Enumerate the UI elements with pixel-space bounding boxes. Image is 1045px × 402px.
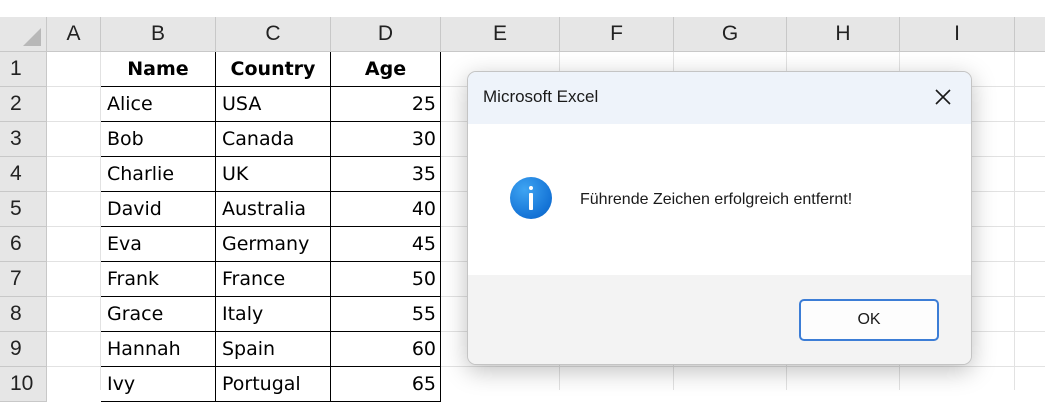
table-cell[interactable]: France (216, 262, 331, 297)
row-header-5[interactable]: 5 (0, 192, 47, 227)
dialog-footer: OK (468, 275, 971, 364)
column-header-f[interactable]: F (560, 17, 674, 52)
info-icon (510, 177, 552, 219)
column-header-h[interactable]: H (787, 17, 900, 52)
column-header-j[interactable] (1015, 17, 1045, 52)
column-header-a[interactable]: A (47, 17, 101, 52)
table-cell[interactable]: Spain (216, 332, 331, 367)
column-header-b[interactable]: B (101, 17, 216, 52)
table-cell[interactable]: Australia (216, 192, 331, 227)
message-box-dialog: Microsoft Excel Führende Zeichen erfolgr… (467, 71, 972, 365)
column-header-e[interactable]: E (441, 17, 560, 52)
table-cell[interactable]: Charlie (101, 157, 216, 192)
table-cell[interactable]: Italy (216, 297, 331, 332)
table-cell[interactable]: 25 (331, 87, 441, 122)
row-header-2[interactable]: 2 (0, 87, 47, 122)
header-name[interactable]: Name (101, 52, 216, 87)
dialog-message: Führende Zeichen erfolgreich entfernt! (580, 191, 853, 208)
table-cell[interactable]: Portugal (216, 367, 331, 402)
row-header-4[interactable]: 4 (0, 157, 47, 192)
table-cell[interactable]: 65 (331, 367, 441, 402)
row-header-8[interactable]: 8 (0, 297, 47, 332)
table-cell[interactable]: Grace (101, 297, 216, 332)
row-header-7[interactable]: 7 (0, 262, 47, 297)
column-header-d[interactable]: D (331, 17, 441, 52)
table-cell[interactable]: 60 (331, 332, 441, 367)
table-cell[interactable]: 30 (331, 122, 441, 157)
row-header-1[interactable]: 1 (0, 52, 47, 87)
dialog-title: Microsoft Excel (483, 87, 599, 106)
dialog-title-bar[interactable]: Microsoft Excel (468, 72, 971, 124)
row-header-6[interactable]: 6 (0, 227, 47, 262)
row-header-3[interactable]: 3 (0, 122, 47, 157)
table-cell[interactable]: UK (216, 157, 331, 192)
close-icon[interactable] (929, 83, 957, 111)
column-header-g[interactable]: G (674, 17, 787, 52)
table-cell[interactable]: USA (216, 87, 331, 122)
dialog-body: Führende Zeichen erfolgreich entfernt! (468, 124, 971, 275)
table-cell[interactable]: Germany (216, 227, 331, 262)
table-cell[interactable]: Alice (101, 87, 216, 122)
table-cell[interactable]: Hannah (101, 332, 216, 367)
table-cell[interactable]: Frank (101, 262, 216, 297)
select-all-corner[interactable] (0, 17, 47, 52)
header-country[interactable]: Country (216, 52, 331, 87)
table-cell[interactable]: 35 (331, 157, 441, 192)
table-cell[interactable]: Ivy (101, 367, 216, 402)
row-header-10[interactable]: 10 (0, 367, 47, 402)
table-cell[interactable]: 45 (331, 227, 441, 262)
select-all-triangle-icon (23, 28, 41, 46)
row-header-9[interactable]: 9 (0, 332, 47, 367)
table-cell[interactable]: 40 (331, 192, 441, 227)
table-cell[interactable]: Bob (101, 122, 216, 157)
table-cell[interactable]: 50 (331, 262, 441, 297)
table-cell[interactable]: David (101, 192, 216, 227)
header-age[interactable]: Age (331, 52, 441, 87)
info-icon-dot (529, 186, 533, 190)
gridline (1014, 52, 1015, 390)
table-cell[interactable]: Eva (101, 227, 216, 262)
table-cell[interactable]: Canada (216, 122, 331, 157)
ok-button[interactable]: OK (799, 299, 939, 341)
column-header-i[interactable]: I (900, 17, 1015, 52)
column-header-c[interactable]: C (216, 17, 331, 52)
table-cell[interactable]: 55 (331, 297, 441, 332)
info-icon-stem (529, 193, 533, 210)
